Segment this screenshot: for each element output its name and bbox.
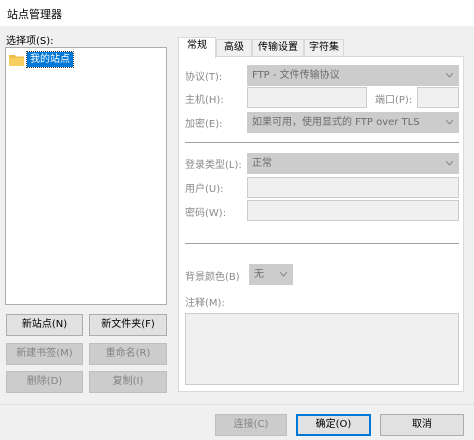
host-input[interactable] [247, 87, 367, 108]
encryption-select[interactable]: 如果可用，使用显式的 FTP over TLS [247, 112, 459, 133]
protocol-value: FTP - 文件传输协议 [252, 70, 340, 81]
protocol-label: 协议(T): [185, 72, 223, 83]
title-bar: 站点管理器 [0, 0, 474, 26]
tab-charset[interactable]: 字符集 [304, 39, 344, 57]
bg-color-value: 无 [254, 269, 264, 280]
bg-color-label: 背景颜色(B) [185, 272, 240, 283]
cancel-button[interactable]: 取消 [380, 414, 464, 436]
new-site-button[interactable]: 新站点(N) [6, 314, 83, 336]
comments-label: 注释(M): [185, 298, 225, 309]
password-label: 密码(W): [185, 208, 227, 219]
password-input[interactable] [247, 200, 459, 221]
chevron-down-icon [446, 161, 453, 166]
logon-type-select[interactable]: 正常 [247, 153, 459, 174]
window-title: 站点管理器 [7, 8, 62, 21]
delete-button[interactable]: 删除(D) [6, 371, 83, 393]
tab-transfer-settings[interactable]: 传输设置 [252, 39, 304, 57]
port-input[interactable] [417, 87, 459, 108]
connect-button[interactable]: 连接(C) [215, 414, 287, 436]
separator [185, 142, 459, 143]
new-folder-button[interactable]: 新文件夹(F) [89, 314, 167, 336]
logon-type-value: 正常 [252, 158, 272, 169]
bg-color-select[interactable]: 无 [249, 264, 293, 285]
site-tree[interactable]: 我的站点 [5, 47, 167, 305]
general-panel: 协议(T): FTP - 文件传输协议 主机(H): 端口(P): 加密(E):… [178, 56, 464, 392]
select-entry-label: 选择项(S): [6, 36, 54, 47]
new-bookmark-button[interactable]: 新建书签(M) [6, 343, 83, 365]
user-input[interactable] [247, 177, 459, 198]
protocol-select[interactable]: FTP - 文件传输协议 [247, 65, 459, 86]
chevron-down-icon [446, 120, 453, 125]
ok-button[interactable]: 确定(O) [296, 414, 371, 436]
user-label: 用户(U): [185, 184, 224, 195]
port-label: 端口(P): [375, 95, 413, 106]
chevron-down-icon [280, 272, 287, 277]
tab-general[interactable]: 常规 [178, 37, 216, 58]
host-label: 主机(H): [185, 95, 224, 106]
tree-item-my-sites[interactable]: 我的站点 [26, 51, 74, 68]
footer-separator [0, 404, 474, 405]
chevron-down-icon [446, 73, 453, 78]
encryption-value: 如果可用，使用显式的 FTP over TLS [252, 117, 420, 128]
rename-button[interactable]: 重命名(R) [89, 343, 167, 365]
tab-advanced[interactable]: 高级 [216, 39, 252, 57]
comments-textarea[interactable] [185, 313, 459, 385]
separator [185, 243, 459, 244]
copy-button[interactable]: 复制(I) [89, 371, 167, 393]
encryption-label: 加密(E): [185, 119, 223, 130]
folder-icon [9, 55, 24, 66]
logon-type-label: 登录类型(L): [185, 160, 242, 171]
